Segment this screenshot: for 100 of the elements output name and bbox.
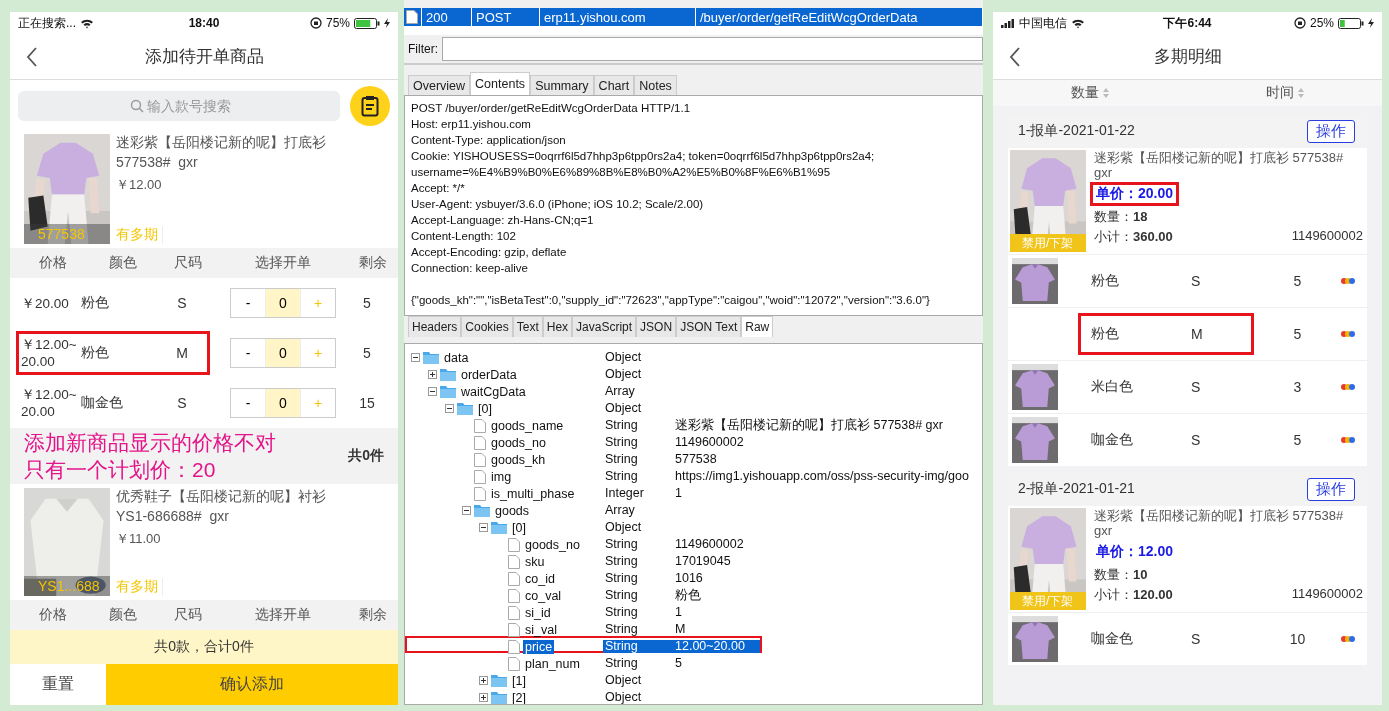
filter-field[interactable] bbox=[442, 37, 983, 61]
view-tab[interactable]: Text bbox=[512, 316, 543, 337]
expand-icon[interactable] bbox=[479, 676, 488, 685]
clipboard-button[interactable] bbox=[350, 86, 390, 126]
confirm-button[interactable]: 确认添加 bbox=[106, 664, 398, 705]
multi-phase-tag: 有多期 bbox=[116, 578, 163, 596]
inspector-tab[interactable]: Chart bbox=[593, 75, 635, 95]
subtotal-text: 小计：120.00 bbox=[1094, 586, 1173, 604]
page-title: 添加待开单商品 bbox=[143, 46, 265, 68]
type-cell-text: Array bbox=[604, 385, 636, 398]
type-cell-text: Object bbox=[604, 368, 643, 381]
summary-text: 共0款，合计0件 bbox=[154, 638, 254, 656]
product-code: YS1-686688# gxr bbox=[116, 508, 230, 524]
clipboard-icon bbox=[361, 95, 379, 117]
tree-node-label[interactable]: goods_kh bbox=[489, 452, 548, 467]
inspector-tab[interactable]: Contents bbox=[470, 72, 531, 95]
tree-node-label[interactable]: price bbox=[523, 639, 555, 654]
quantity-field[interactable]: 0 bbox=[265, 389, 301, 417]
action-button[interactable]: 操作 bbox=[1307, 119, 1355, 143]
tree-node-label[interactable]: [0] bbox=[476, 401, 494, 416]
tree-node-label[interactable]: goods_no bbox=[523, 537, 582, 552]
column-header: 价格 bbox=[38, 606, 68, 624]
tree-node-label[interactable]: goods_name bbox=[489, 418, 566, 433]
tree-node-label[interactable]: [0] bbox=[510, 520, 528, 535]
collapse-icon[interactable] bbox=[462, 506, 471, 515]
size-cell-text: S bbox=[1191, 631, 1202, 647]
tree-node-label[interactable]: sku bbox=[523, 554, 547, 569]
folder-icon bbox=[440, 385, 456, 398]
tree-node-label[interactable]: si_val bbox=[523, 622, 559, 637]
document-icon bbox=[474, 469, 486, 484]
tree-node-label[interactable]: goods bbox=[493, 503, 532, 518]
view-tab[interactable]: Hex bbox=[542, 316, 573, 337]
rotation-lock-icon bbox=[1293, 17, 1306, 29]
session-row[interactable]: 200 POST erp11.yishou.com /buyer/order/getReEditWcgOrderData bbox=[404, 8, 983, 26]
request-body: {"goods_kh":"","isBetaTest":0,"supply_id":"72623","appType":"caigou","woid":"12072","version":"3.6.0"} bbox=[411, 293, 931, 308]
value-cell-text: 迷彩紫【岳阳楼记新的呢】打底衫 577538# gxr bbox=[674, 419, 944, 432]
inspector-tab[interactable]: Summary bbox=[530, 75, 594, 95]
sort-icon bbox=[1297, 88, 1304, 98]
tree-node-label[interactable]: plan_num bbox=[523, 656, 582, 671]
expand-icon[interactable] bbox=[479, 693, 488, 702]
view-tab[interactable]: Raw bbox=[741, 316, 774, 337]
expand-icon[interactable] bbox=[428, 370, 437, 379]
product-code-label: 577538 bbox=[24, 224, 110, 244]
document-icon bbox=[474, 435, 486, 450]
view-tab[interactable]: Cookies bbox=[461, 316, 513, 337]
color-dots-icon bbox=[1341, 384, 1355, 390]
rotation-lock-icon bbox=[309, 17, 322, 29]
product-code: 577538# gxr bbox=[116, 154, 199, 170]
type-cell-text: String bbox=[604, 589, 639, 602]
tree-node-label[interactable]: data bbox=[442, 350, 471, 365]
value-cell-text: 1149600002 bbox=[674, 538, 745, 551]
value-cell-text: https://img1.yishouapp.com/oss/pss-security-img/goo bbox=[674, 470, 970, 483]
column-header: 尺码 bbox=[173, 606, 203, 624]
tree-node-label[interactable]: co_id bbox=[523, 571, 557, 586]
tree-node-label[interactable]: waitCgData bbox=[459, 384, 528, 399]
tree-node-label[interactable]: is_multi_phase bbox=[489, 486, 577, 501]
inspector-tab[interactable]: Notes bbox=[634, 75, 677, 95]
quantity-cell-text: 3 bbox=[1292, 379, 1303, 395]
folder-icon bbox=[457, 402, 473, 415]
view-tab[interactable]: JavaScript bbox=[572, 316, 637, 337]
tree-node-label[interactable]: co_val bbox=[523, 588, 564, 603]
type-cell-text: Object bbox=[604, 402, 643, 415]
tree-node-label[interactable]: si_id bbox=[523, 605, 553, 620]
type-cell-text: Object bbox=[604, 674, 643, 687]
charging-icon bbox=[384, 18, 390, 28]
inspector-tab[interactable]: Overview bbox=[408, 75, 471, 95]
back-icon[interactable] bbox=[26, 46, 38, 67]
quantity-cell-text: 5 bbox=[1292, 432, 1303, 448]
quantity-field[interactable]: 0 bbox=[265, 339, 301, 367]
search-icon bbox=[130, 99, 144, 113]
collapse-icon[interactable] bbox=[428, 387, 437, 396]
sort-header[interactable]: 数量 bbox=[1071, 84, 1100, 102]
tree-node-label[interactable]: [2] bbox=[510, 690, 528, 704]
color-cell-text: 咖金色 bbox=[1091, 630, 1134, 648]
tree-node-label[interactable]: img bbox=[489, 469, 514, 484]
status-label: 禁用/下架 bbox=[1010, 592, 1086, 610]
column-header: 颜色 bbox=[108, 606, 138, 624]
search-field[interactable]: 输入款号搜索 bbox=[18, 91, 340, 121]
view-tab[interactable]: JSON bbox=[636, 316, 677, 337]
collapse-icon[interactable] bbox=[479, 523, 488, 532]
tree-node-label[interactable]: orderData bbox=[459, 367, 519, 382]
action-button[interactable]: 操作 bbox=[1307, 477, 1355, 501]
request-line: Cookie: YISHOUSESS=0oqrrf6l5d7hhp3p6tpp0rs2a4; token=0oqrrf6l5d7hhp3p6tpp0rs2a4; bbox=[411, 149, 876, 164]
view-tab[interactable]: Headers bbox=[408, 316, 462, 337]
quantity-cell-text: 10 bbox=[1288, 631, 1307, 647]
quantity-cell-text: 5 bbox=[1292, 273, 1303, 289]
collapse-icon[interactable] bbox=[411, 353, 420, 362]
back-icon[interactable] bbox=[1009, 46, 1021, 67]
column-header: 尺码 bbox=[173, 254, 203, 272]
product-name: 迷彩紫【岳阳楼记新的呢】打底衫 577538# gxr bbox=[1094, 150, 1345, 180]
sort-icon bbox=[1103, 88, 1110, 98]
sort-header[interactable]: 时间 bbox=[1265, 84, 1294, 102]
tree-node-label[interactable]: [1] bbox=[510, 673, 528, 688]
view-tab[interactable]: JSON Text bbox=[676, 316, 742, 337]
quantity-field[interactable]: 0 bbox=[265, 289, 301, 317]
tree-node-label[interactable]: goods_no bbox=[489, 435, 548, 450]
collapse-icon[interactable] bbox=[445, 404, 454, 413]
goods-number: 1149600002 bbox=[1291, 586, 1363, 603]
color-cell-text: 咖金色 bbox=[81, 394, 124, 412]
wifi-icon bbox=[80, 17, 94, 29]
